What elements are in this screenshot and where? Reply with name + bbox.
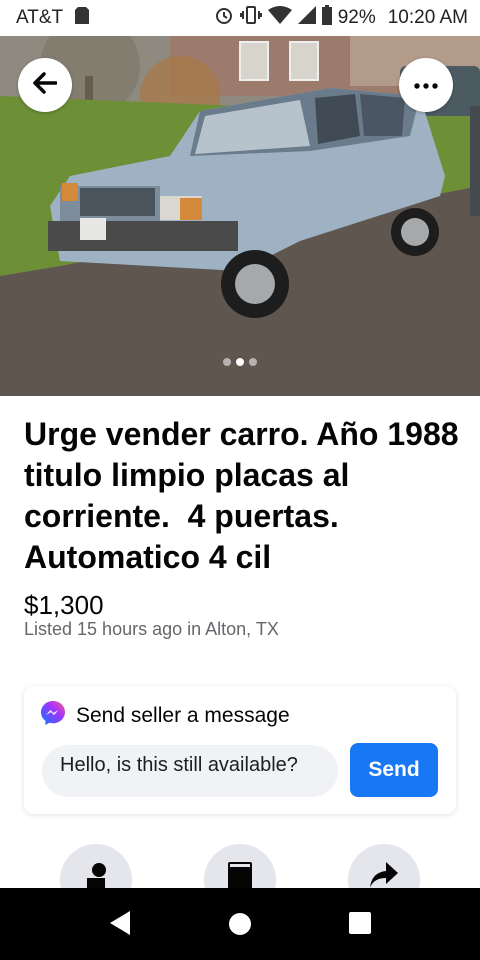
sim-card-icon [75, 6, 90, 30]
nav-back-icon[interactable] [108, 910, 132, 941]
listing-photo[interactable] [0, 36, 480, 396]
message-card-header: Send seller a message [40, 700, 290, 731]
battery-percent: 92% [337, 7, 376, 28]
more-options-button[interactable] [399, 58, 453, 112]
listing-price: $1,300 [24, 590, 104, 620]
share-button[interactable] [348, 844, 420, 888]
listing-title: Urge vender carro. Año 1988 titulo limpi… [24, 416, 468, 575]
message-input-value: Hello, is this still available? [60, 754, 298, 776]
alarm-icon [214, 5, 234, 31]
listing-meta: Listed 15 hours ago in Alton, TX [24, 619, 279, 639]
signal-icon [297, 6, 316, 30]
status-bar: AT&T 92% 10:20 AM [0, 0, 480, 36]
battery-icon [321, 5, 332, 31]
message-seller-button[interactable] [60, 844, 132, 888]
send-message-card: Send seller a message Hello, is this sti… [24, 686, 456, 814]
wifi-icon [267, 6, 292, 30]
save-button[interactable] [204, 844, 276, 888]
action-row [0, 844, 480, 888]
nav-recents-icon[interactable] [349, 912, 371, 939]
system-nav-bar [0, 888, 480, 960]
vibrate-icon [239, 6, 262, 30]
message-card-title: Send seller a message [76, 703, 290, 727]
save-icon [228, 860, 252, 888]
send-button[interactable]: Send [350, 743, 438, 797]
nav-home-icon[interactable] [228, 912, 252, 941]
carousel-dot[interactable] [249, 358, 257, 366]
carousel-dot[interactable] [223, 358, 231, 366]
arrow-left-icon [33, 71, 58, 99]
message-seller-icon [81, 860, 111, 888]
carousel-dot-active[interactable] [236, 358, 244, 366]
carrier-label: AT&T [16, 7, 64, 28]
message-input[interactable]: Hello, is this still available? [42, 745, 338, 797]
ellipsis-icon [414, 76, 438, 94]
carousel-indicator [0, 358, 480, 366]
share-icon [368, 860, 400, 888]
back-button[interactable] [18, 58, 72, 112]
clock: 10:20 AM [387, 7, 468, 28]
messenger-icon [40, 700, 66, 731]
